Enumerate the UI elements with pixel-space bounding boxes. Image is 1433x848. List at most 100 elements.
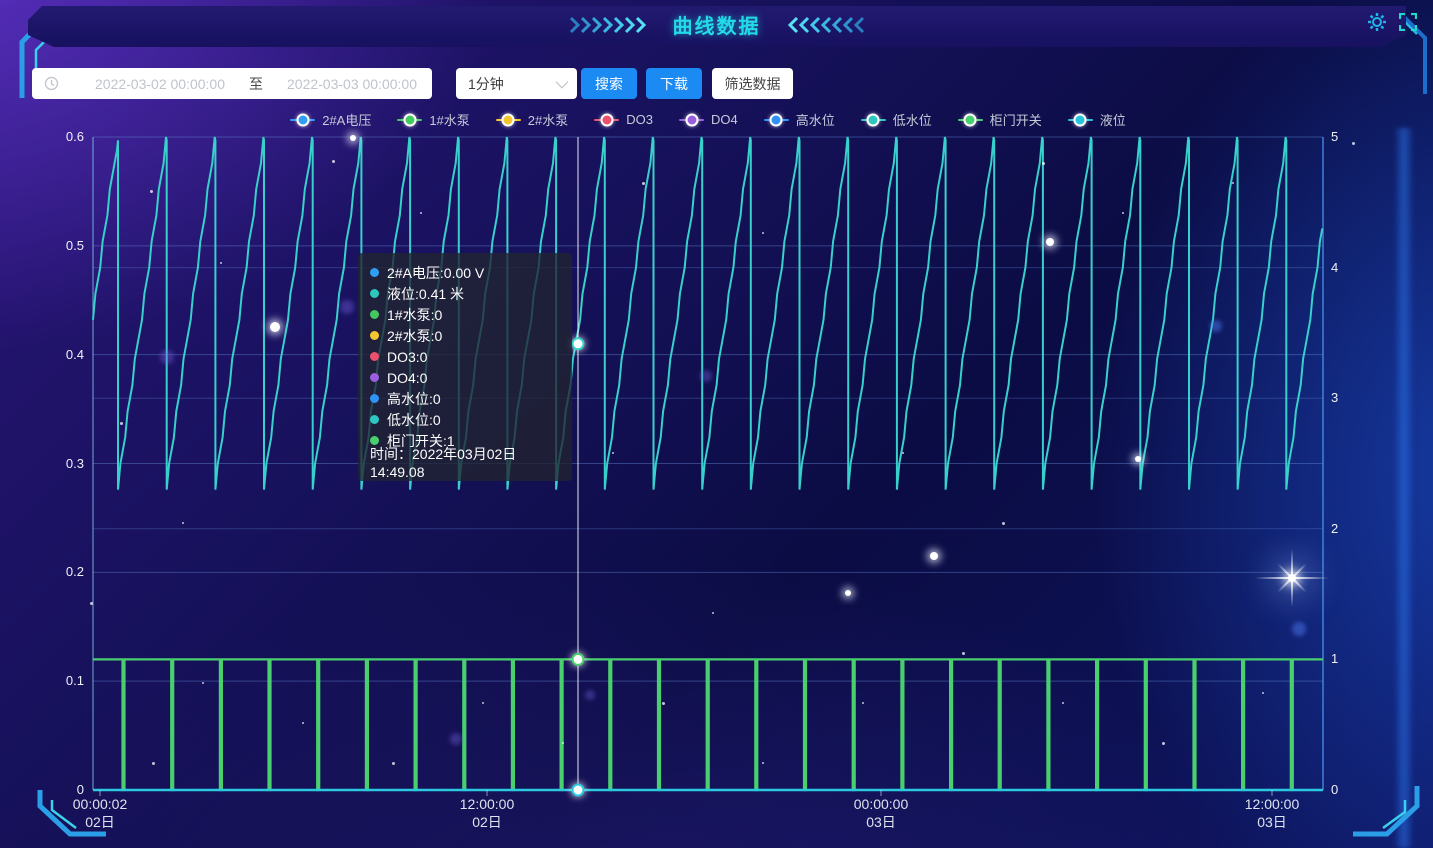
star-decoration [902, 452, 904, 454]
y-right-tick-label: 4 [1331, 260, 1338, 275]
star-decoration [762, 762, 764, 764]
star-decoration [1046, 238, 1054, 246]
crosshair-marker [573, 338, 584, 349]
star-decoration [1262, 692, 1264, 694]
tooltip-series-value: 1#水泵:0 [387, 305, 442, 325]
tooltip-series-value: 液位:0.41 米 [387, 284, 464, 304]
tooltip-series-dot [370, 310, 379, 319]
star-decoration [1062, 702, 1064, 704]
chart-tooltip: 2#A电压:0.00 V液位:0.41 米1#水泵:02#水泵:0 DO3:0 DO… [358, 253, 572, 481]
x-axis-tick-label: 00:00:0202日 [45, 795, 155, 831]
crosshair-marker [573, 654, 584, 665]
star-decoration [90, 602, 93, 605]
line-chart[interactable] [0, 0, 1433, 848]
star-decoration [120, 422, 123, 425]
tooltip-row: 2#水泵:0 [370, 325, 560, 346]
bokeh-dot-decoration [160, 350, 174, 364]
y-left-tick-label: 0.2 [24, 564, 84, 579]
star-decoration [350, 135, 356, 141]
star-decoration [562, 742, 564, 744]
x-axis-day: 03日 [1217, 813, 1327, 831]
star-decoration [1042, 162, 1045, 165]
bokeh-dot-decoration [340, 300, 354, 314]
star-decoration [862, 702, 864, 704]
star-decoration [962, 652, 965, 655]
star-decoration [420, 212, 422, 214]
x-axis-tick-label: 12:00:0003日 [1217, 795, 1327, 831]
x-axis-time: 12:00:00 [1217, 795, 1327, 813]
tooltip-row: 2#A电压:0.00 V [370, 262, 560, 283]
tooltip-row: 低水位:0 [370, 409, 560, 430]
tooltip-row: 高水位:0 [370, 388, 560, 409]
tooltip-timestamp: 时间：2022年03月02日 14:49.08 [370, 451, 560, 472]
tooltip-series-value: 2#水泵:0 [387, 326, 442, 346]
x-axis-time: 12:00:00 [432, 795, 542, 813]
y-right-tick-label: 0 [1331, 782, 1338, 797]
star-decoration [332, 160, 335, 163]
y-right-tick-label: 1 [1331, 651, 1338, 666]
star-decoration [662, 702, 665, 705]
tooltip-series-dot [370, 289, 379, 298]
star-decoration [152, 762, 155, 765]
dashboard-root: 曲线数据 [0, 0, 1433, 848]
x-axis-day: 02日 [45, 813, 155, 831]
tooltip-row: 液位:0.41 米 [370, 283, 560, 304]
y-left-tick-label: 0.3 [24, 456, 84, 471]
tooltip-row: DO3:0 [370, 346, 560, 367]
star-decoration [302, 722, 304, 724]
x-axis-day: 02日 [432, 813, 542, 831]
star-decoration [930, 552, 938, 560]
tooltip-series-value: DO4:0 [387, 370, 427, 386]
bokeh-dot-decoration [450, 733, 462, 745]
star-decoration [1135, 456, 1141, 462]
star-decoration [392, 762, 395, 765]
tooltip-series-dot [370, 415, 379, 424]
star-decoration [845, 590, 851, 596]
y-left-tick-label: 0.6 [24, 129, 84, 144]
star-decoration [712, 612, 714, 614]
y-left-tick-label: 0.1 [24, 673, 84, 688]
tooltip-row: DO4:0 [370, 367, 560, 388]
tooltip-series-dot [370, 394, 379, 403]
star-decoration [612, 452, 614, 454]
tooltip-series-dot [370, 352, 379, 361]
star-decoration [1232, 182, 1234, 184]
y-right-tick-label: 3 [1331, 390, 1338, 405]
star-decoration [1352, 142, 1355, 145]
y-right-tick-label: 5 [1331, 129, 1338, 144]
star-decoration [1002, 522, 1005, 525]
tooltip-series-dot [370, 268, 379, 277]
tooltip-series-value: 2#A电压:0.00 V [387, 263, 484, 283]
star-decoration [150, 190, 153, 193]
star-decoration [1122, 212, 1124, 214]
series-line-door-switch [93, 659, 1323, 790]
series-line-liquid-level [93, 137, 1322, 490]
y-right-tick-label: 2 [1331, 521, 1338, 536]
star-decoration [202, 682, 204, 684]
x-axis-tick-label: 12:00:0002日 [432, 795, 542, 831]
y-left-tick-label: 0.4 [24, 347, 84, 362]
star-decoration [220, 262, 222, 264]
y-left-tick-label: 0.5 [24, 238, 84, 253]
tooltip-row: 1#水泵:0 [370, 304, 560, 325]
star-decoration [270, 322, 280, 332]
bokeh-dot-decoration [1292, 622, 1306, 636]
tooltip-series-value: 高水位:0 [387, 389, 441, 409]
bokeh-dot-decoration [585, 690, 595, 700]
bokeh-dot-decoration [1210, 320, 1222, 332]
x-axis-time: 00:00:02 [45, 795, 155, 813]
tooltip-series-dot [370, 373, 379, 382]
star-decoration [762, 232, 764, 234]
star-flare-decoration [1288, 574, 1296, 582]
x-axis-time: 00:00:00 [826, 795, 936, 813]
x-axis-tick-label: 00:00:0003日 [826, 795, 936, 831]
tooltip-series-value: DO3:0 [387, 349, 427, 365]
star-decoration [182, 522, 184, 524]
tooltip-series-dot [370, 331, 379, 340]
star-decoration [482, 702, 484, 704]
bokeh-dot-decoration [700, 370, 712, 382]
star-decoration [1162, 742, 1165, 745]
crosshair-marker [573, 785, 584, 796]
tooltip-series-value: 低水位:0 [387, 410, 441, 430]
x-axis-day: 03日 [826, 813, 936, 831]
